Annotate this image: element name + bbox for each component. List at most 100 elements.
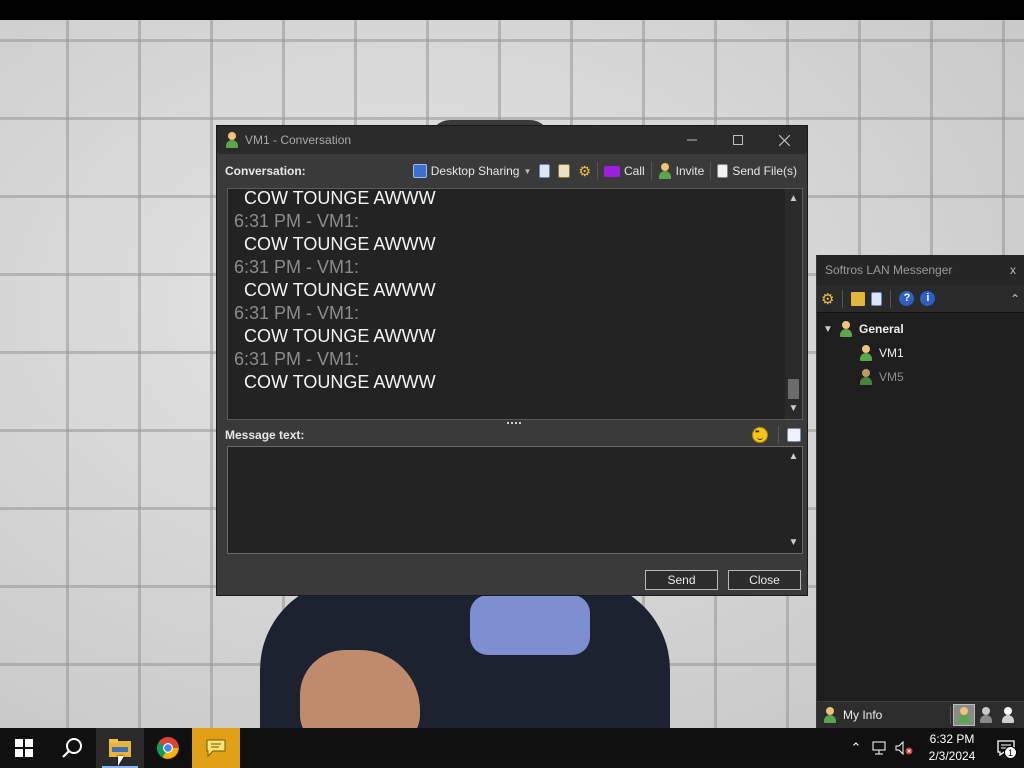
maximize-icon (733, 135, 743, 145)
call-button[interactable]: Call (600, 160, 649, 182)
desktop-sharing-button[interactable]: Desktop Sharing ▼ (409, 160, 536, 182)
conversation-label: Conversation: (225, 164, 306, 178)
conversation-window: VM1 - Conversation Conversation: Desktop… (216, 125, 808, 596)
toolbar-separator (650, 162, 652, 180)
lan-messenger-panel: Softros LAN Messenger x ⚙ ? i ⌃ ▼ Genera… (816, 255, 1024, 728)
clock[interactable]: 6:32 PM 2/3/2024 (916, 731, 988, 765)
user-icon (225, 132, 239, 148)
my-info-label: My Info (843, 708, 883, 722)
lan-footer: My Info (817, 701, 1024, 728)
message-label-row: Message text: (225, 426, 801, 444)
tree-group-general[interactable]: ▼ General (817, 317, 1024, 341)
message-header: 6:31 PM - VM1: (234, 303, 360, 323)
send-files-button[interactable]: Send File(s) (713, 160, 801, 182)
conversation-titlebar[interactable]: VM1 - Conversation (217, 126, 807, 154)
dropdown-arrow-icon[interactable]: ▼ (523, 167, 531, 176)
show-hidden-icons-button[interactable]: ⌃ (844, 728, 868, 768)
scroll-down-icon[interactable]: ▼ (785, 401, 802, 417)
scroll-up-icon[interactable]: ▲ (785, 191, 802, 207)
send-button[interactable]: Send (645, 570, 718, 590)
message-list: COW TOUNGE AWWW 6:31 PM - VM1: COW TOUNG… (234, 189, 436, 394)
invite-users-icon (658, 163, 672, 179)
lan-titlebar[interactable]: Softros LAN Messenger x (817, 255, 1024, 285)
maximize-button[interactable] (715, 126, 761, 154)
message-text: COW TOUNGE AWWW (244, 280, 436, 300)
group-name: General (859, 322, 904, 336)
invite-button[interactable]: Invite (654, 160, 709, 182)
format-text-icon[interactable] (787, 428, 801, 442)
status-offline-button[interactable] (997, 704, 1019, 726)
status-online-button[interactable] (953, 704, 975, 726)
video-call-icon (603, 165, 620, 177)
scroll-thumb[interactable] (788, 379, 799, 399)
close-button[interactable]: Close (728, 570, 801, 590)
message-text: COW TOUNGE AWWW (244, 372, 436, 392)
message-header: 6:31 PM - VM1: (234, 211, 360, 231)
contact-item-vm5[interactable]: VM5 (817, 365, 1024, 389)
chat-bubble-icon (206, 739, 226, 758)
folder-icon[interactable] (851, 291, 866, 306)
contact-name: VM5 (879, 370, 904, 384)
user-online-icon (859, 345, 873, 361)
taskbar: ⌃ 6:32 PM 2/3/2024 1 (0, 728, 1024, 768)
history-scrollbar[interactable]: ▲ ▼ (785, 189, 802, 419)
status-away-button[interactable] (975, 704, 997, 726)
message-input-box[interactable]: ▲ ▼ (227, 446, 803, 554)
action-center-button[interactable]: 1 (988, 728, 1024, 768)
wallpaper-photo-shirt (470, 595, 590, 655)
emoticon-icon[interactable] (752, 427, 768, 443)
network-icon[interactable] (868, 728, 892, 768)
search-icon (62, 738, 82, 758)
scroll-down-icon[interactable]: ▼ (785, 535, 802, 551)
message-text-label: Message text: (225, 428, 305, 442)
send-files-label: Send File(s) (732, 164, 797, 178)
call-label: Call (623, 164, 645, 178)
contact-name: VM1 (879, 346, 904, 360)
notification-count-badge: 1 (1004, 746, 1017, 759)
message-header: 6:31 PM - VM1: (234, 349, 360, 369)
lan-close-button[interactable]: x (1010, 263, 1016, 277)
minimize-button[interactable] (669, 126, 715, 154)
scroll-up-icon[interactable]: ▲ (785, 449, 802, 465)
message-input[interactable] (228, 447, 786, 551)
contact-tree: ▼ General VM1 VM5 (817, 313, 1024, 389)
message-header: 6:31 PM - VM1: (234, 257, 360, 277)
info-icon[interactable]: i (920, 291, 936, 306)
system-tray: ⌃ 6:32 PM 2/3/2024 1 (844, 728, 1024, 768)
history-button[interactable] (535, 160, 554, 182)
help-icon[interactable]: ? (899, 291, 915, 306)
send-file-icon (717, 164, 729, 178)
settings-button[interactable]: ⚙ (821, 290, 834, 308)
conversation-history[interactable]: COW TOUNGE AWWW 6:31 PM - VM1: COW TOUNG… (227, 188, 803, 420)
history-icon[interactable] (871, 291, 883, 306)
toolbar-separator (596, 162, 598, 180)
contact-item-vm1[interactable]: VM1 (817, 341, 1024, 365)
close-window-button[interactable] (761, 126, 807, 154)
start-button[interactable] (0, 728, 48, 768)
window-title: VM1 - Conversation (245, 133, 352, 147)
status-online-icon (957, 707, 971, 723)
message-text: COW TOUNGE AWWW (244, 326, 436, 346)
mouse-cursor-icon (118, 756, 124, 766)
input-scrollbar[interactable]: ▲ ▼ (785, 447, 802, 553)
my-info-icon (823, 707, 837, 723)
lan-toolbar: ⚙ ? i ⌃ (817, 285, 1024, 313)
clock-time: 6:32 PM (929, 732, 975, 746)
close-icon (778, 134, 790, 146)
windows-logo-icon (15, 739, 33, 757)
contact-card-button[interactable] (554, 160, 574, 182)
contact-card-icon (558, 164, 571, 178)
collapse-toolbar-icon[interactable]: ⌃ (1010, 292, 1020, 306)
lan-messenger-taskbar-button[interactable] (192, 728, 240, 768)
desktop-sharing-icon (412, 164, 427, 178)
toolbar-separator (778, 426, 779, 444)
gear-icon: ⚙ (578, 162, 591, 179)
chevron-down-icon[interactable]: ▼ (823, 324, 839, 335)
search-button[interactable] (48, 728, 96, 768)
user-offline-icon (859, 369, 873, 385)
my-info-button[interactable]: My Info (823, 707, 948, 723)
settings-button[interactable]: ⚙ (574, 160, 595, 182)
chrome-button[interactable] (144, 728, 192, 768)
conversation-toolbar: Conversation: Desktop Sharing ▼ ⚙ Call I… (217, 154, 807, 188)
volume-muted-icon[interactable] (892, 728, 916, 768)
